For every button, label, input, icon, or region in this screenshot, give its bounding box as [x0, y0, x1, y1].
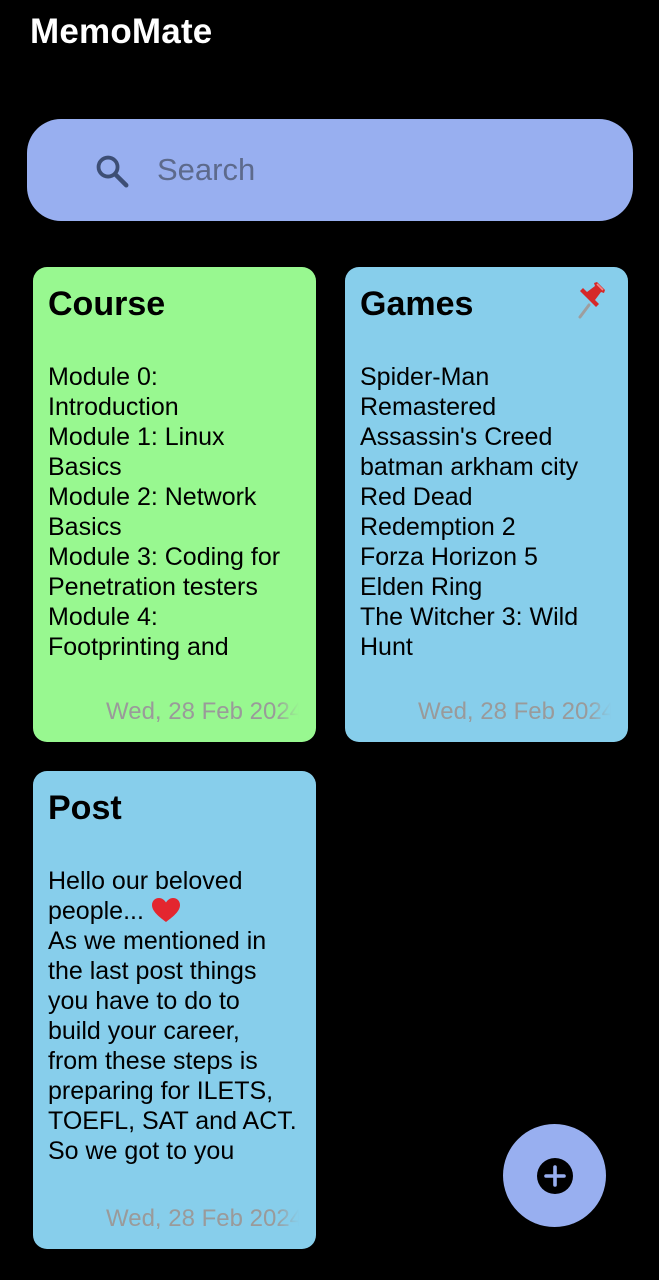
- note-card-post[interactable]: Post Hello our beloved people... As we m…: [33, 771, 316, 1249]
- note-title: Games: [360, 285, 474, 323]
- note-date: Wed, 28 Feb 2024: [418, 698, 611, 725]
- search-bar[interactable]: [27, 119, 633, 221]
- add-circle-icon: [536, 1157, 573, 1194]
- note-body: Module 0: Introduction Module 1: Linux B…: [48, 363, 281, 661]
- pushpin-icon[interactable]: [574, 281, 610, 321]
- note-card-games[interactable]: Games Spider-Man Remastered Assassin's C…: [345, 267, 628, 742]
- app-title: MemoMate: [30, 12, 213, 51]
- note-body: Hello our beloved people... As we mentio…: [48, 866, 306, 1166]
- heart-icon: [151, 898, 180, 922]
- note-card-course[interactable]: Course Module 0: Introduction Module 1: …: [33, 267, 316, 742]
- search-input[interactable]: [157, 147, 597, 193]
- app-screen: MemoMate Course Module 0: Introduction M…: [0, 0, 659, 1280]
- note-date: Wed, 28 Feb 2024: [106, 698, 299, 725]
- note-date: Wed, 28 Feb 2024: [106, 1205, 299, 1232]
- note-body: Spider-Man Remastered Assassin's Creed b…: [360, 363, 579, 661]
- note-body-text: As we mentioned in the last post things …: [48, 927, 297, 1165]
- search-icon: [96, 155, 129, 188]
- note-body-text: Hello our beloved people...: [48, 867, 243, 925]
- note-title: Course: [48, 285, 166, 323]
- note-title: Post: [48, 789, 122, 827]
- add-note-button[interactable]: [503, 1124, 606, 1227]
